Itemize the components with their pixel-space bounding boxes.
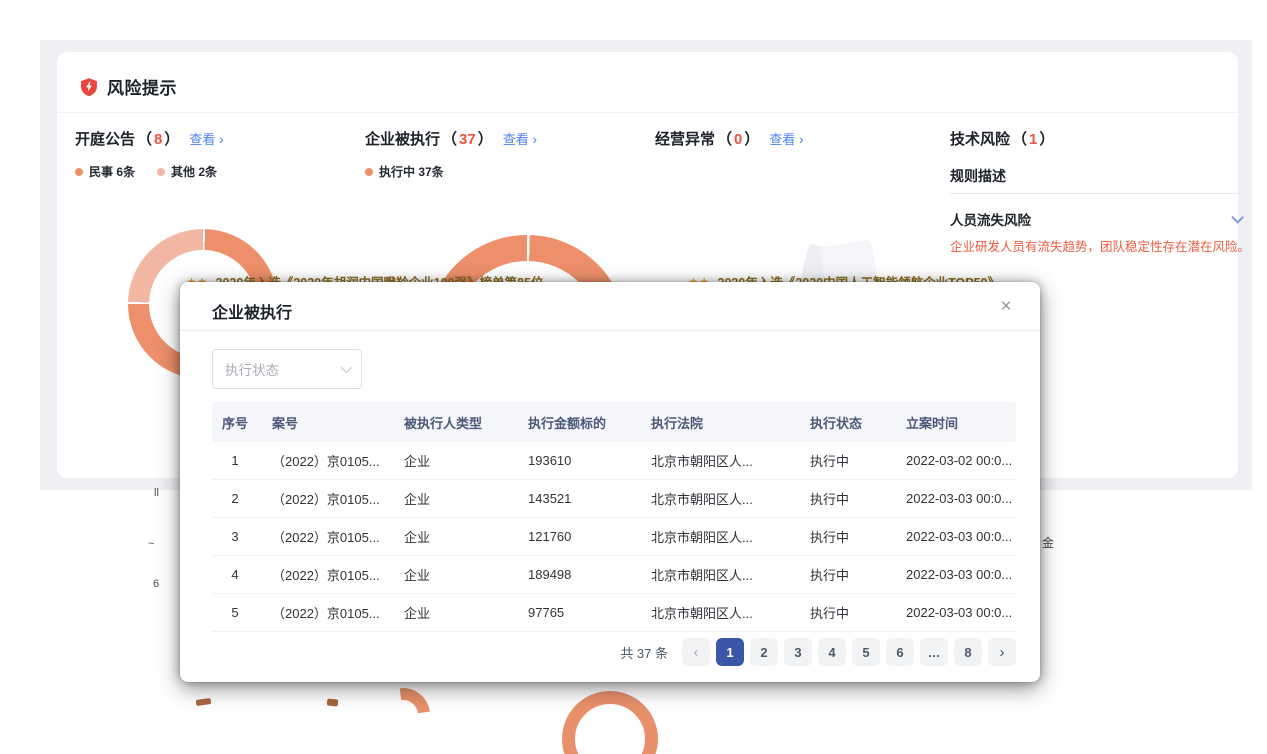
pagination-page-button[interactable]: 1: [716, 638, 744, 666]
view-link-enterprise-execution[interactable]: 查看 ›: [503, 129, 537, 148]
tech-risk-collapse-row[interactable]: 人员流失风险: [950, 209, 1240, 229]
risk-card-header: 风险提示: [79, 74, 177, 99]
pagination-page-button[interactable]: 4: [818, 638, 846, 666]
pagination-page-button[interactable]: 5: [852, 638, 880, 666]
section-title: 经营异常: [655, 128, 715, 149]
section-enterprise-execution: 企业被执行 （ 37 ） 查看 ›: [365, 128, 537, 149]
pagination-page-button[interactable]: 2: [750, 638, 778, 666]
pagination-page-button[interactable]: 6: [886, 638, 914, 666]
legend-court-announcement: 民事 6条 其他 2条: [75, 163, 217, 180]
occluded-text-fragment: 金: [1042, 534, 1054, 551]
legend-enterprise-execution: 执行中 37条: [365, 163, 444, 180]
occluded-arc-fragment: [196, 698, 212, 706]
card-title: 风险提示: [107, 74, 177, 99]
section-title: 开庭公告: [75, 128, 135, 149]
chevron-right-icon: ›: [219, 131, 224, 147]
table-row: 1 （2022）京0105... 企业 193610 北京市朝阳区人... 执行…: [212, 442, 1016, 480]
table-header-row: 序号 案号 被执行人类型 执行金额标的 执行法院 执行状态 立案时间: [212, 402, 1016, 442]
section-count: 8: [154, 131, 162, 148]
tab-rule-description[interactable]: 规则描述: [950, 166, 1006, 186]
section-title: 技术风险: [950, 128, 1010, 149]
modal-title: 企业被执行: [212, 299, 292, 323]
execution-table: 序号 案号 被执行人类型 执行金额标的 执行法院 执行状态 立案时间 1 （20…: [212, 402, 1016, 632]
section-count: 0: [734, 131, 742, 148]
award-strip-clipped: ★★ 2020年入选《2020年胡润中国瞪羚企业100强》榜单第85位 ★★ 2…: [180, 271, 1060, 282]
table-row: 3 （2022）京0105... 企业 121760 北京市朝阳区人... 执行…: [212, 518, 1016, 556]
table-row: 4 （2022）京0105... 企业 189498 北京市朝阳区人... 执行…: [212, 556, 1016, 594]
section-operation-abnormal: 经营异常 （ 0 ） 查看 ›: [655, 128, 804, 149]
section-title: 企业被执行: [365, 128, 440, 149]
card-header-divider: [57, 112, 1238, 113]
occluded-text-fragment: ~: [148, 538, 154, 550]
pagination: 共 37 条 ‹ 1 2 3 4 5 6 … 8 ›: [212, 638, 1016, 666]
legend-dot: [157, 168, 165, 176]
section-court-announcement: 开庭公告 （ 8 ） 查看 ›: [75, 128, 224, 149]
view-link-operation-abnormal[interactable]: 查看 ›: [769, 129, 803, 148]
chevron-right-icon: ›: [799, 131, 804, 147]
select-placeholder: 执行状态: [225, 359, 279, 379]
bottom-occluded-charts: [0, 682, 1267, 754]
award-text: 2020年入选《2020中国人工智能领航企业TOP50》: [718, 272, 1001, 282]
tech-risk-description: 企业研发人员有流失趋势，团队稳定性存在潜在风险。: [950, 236, 1267, 255]
chevron-down-icon: [341, 362, 352, 373]
pagination-page-button[interactable]: 3: [784, 638, 812, 666]
occluded-donut-arc: [365, 682, 441, 753]
tech-risk-name: 人员流失风险: [950, 209, 1031, 229]
view-link-court-announcement[interactable]: 查看 ›: [189, 129, 223, 148]
occluded-donut-ring: [562, 691, 658, 754]
legend-dot: [75, 168, 83, 176]
section-count: 37: [459, 131, 476, 148]
close-icon[interactable]: ×: [994, 295, 1018, 319]
shield-lightning-icon: [79, 77, 99, 97]
occluded-text-fragment: ll: [154, 487, 159, 499]
pagination-page-button[interactable]: 8: [954, 638, 982, 666]
star-icon: ★★: [186, 275, 208, 283]
section-count: 1: [1029, 131, 1037, 148]
pagination-ellipsis-button[interactable]: …: [920, 638, 948, 666]
table-row: 2 （2022）京0105... 企业 143521 北京市朝阳区人... 执行…: [212, 480, 1016, 518]
award-text: 2020年入选《2020年胡润中国瞪羚企业100强》榜单第85位: [216, 272, 544, 282]
section-tech-risk: 技术风险 （ 1 ）: [950, 128, 1054, 149]
occluded-text-fragment: 6: [153, 578, 159, 590]
pagination-prev-button[interactable]: ‹: [682, 638, 710, 666]
pagination-total: 共 37 条: [620, 643, 668, 662]
rule-divider: [950, 193, 1240, 194]
modal-header-divider: [180, 330, 1040, 331]
risk-dashboard-screen: 风险提示 开庭公告 （ 8 ） 查看 › 企业被执行 （ 37 ） 查看 ›: [0, 0, 1267, 754]
star-icon: ★★: [688, 275, 710, 283]
occluded-arc-fragment: [327, 698, 339, 706]
legend-dot: [365, 168, 373, 176]
pagination-next-button[interactable]: ›: [988, 638, 1016, 666]
chevron-right-icon: ›: [532, 131, 537, 147]
table-row: 5 （2022）京0105... 企业 97765 北京市朝阳区人... 执行中…: [212, 594, 1016, 632]
enterprise-execution-modal: 企业被执行 × 执行状态 序号 案号 被执行人类型 执行金额标的 执行法院 执行…: [180, 282, 1040, 682]
execution-status-select[interactable]: 执行状态: [212, 349, 362, 389]
